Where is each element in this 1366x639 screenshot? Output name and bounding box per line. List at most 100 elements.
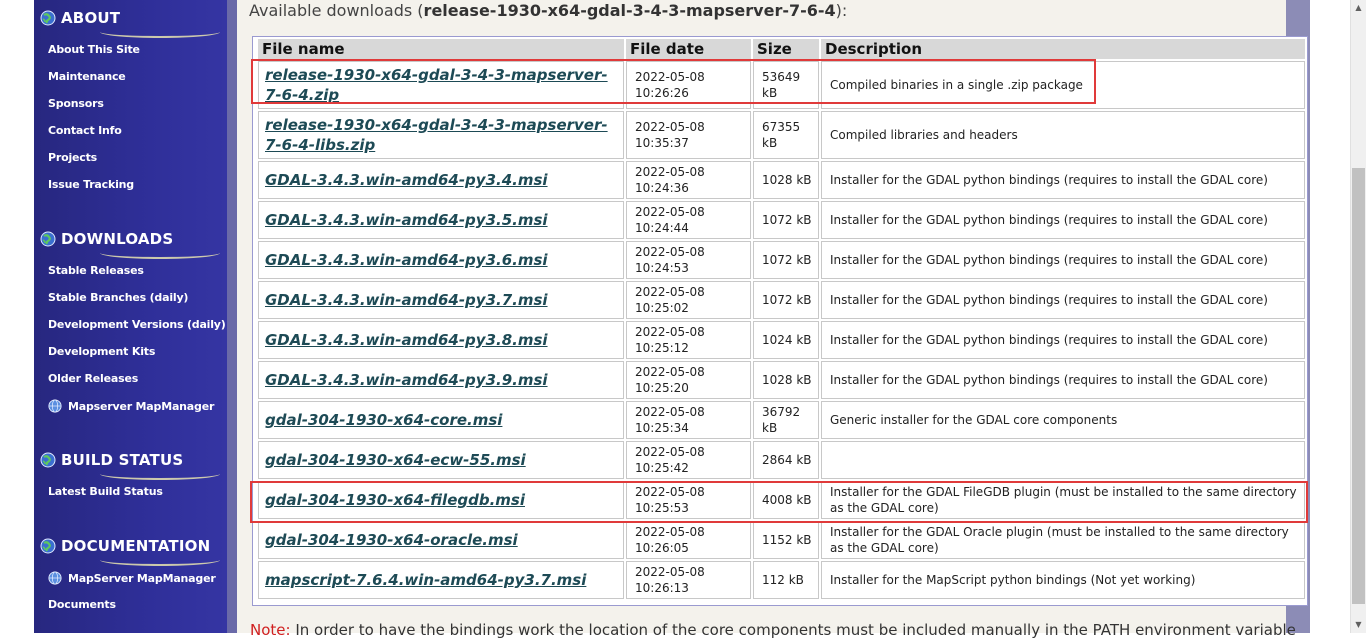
file-date: 2022-05-08 — [635, 485, 705, 499]
table-row: GDAL-3.4.3.win-amd64-py3.7.msi 2022-05-08… — [258, 281, 1305, 319]
file-date-cell: 2022-05-08 10:24:53 — [626, 241, 751, 279]
description-cell: Installer for the GDAL python bindings (… — [821, 201, 1305, 239]
sidebar-item[interactable]: Development Kits — [48, 345, 155, 358]
file-name-cell: GDAL-3.4.3.win-amd64-py3.8.msi — [258, 321, 624, 359]
sidebar-item-label: About This Site — [48, 43, 140, 56]
file-description: Installer for the GDAL python bindings (… — [830, 333, 1268, 347]
scroll-up-icon[interactable]: ▲ — [1351, 0, 1366, 16]
sidebar-item[interactable]: About This Site — [48, 43, 140, 56]
file-name-cell: GDAL-3.4.3.win-amd64-py3.4.msi — [258, 161, 624, 199]
col-description: Description — [821, 39, 1305, 59]
sidebar-item-label: Older Releases — [48, 372, 139, 385]
file-download-link[interactable]: GDAL-3.4.3.win-amd64-py3.9.msi — [265, 371, 548, 389]
description-cell: Installer for the GDAL python bindings (… — [821, 241, 1305, 279]
file-date-cell: 2022-05-08 10:25:34 — [626, 401, 751, 439]
file-size-cell: 53649 kB — [753, 61, 819, 109]
file-size-cell: 1024 kB — [753, 321, 819, 359]
table-row: GDAL-3.4.3.win-amd64-py3.5.msi 2022-05-08… — [258, 201, 1305, 239]
file-description: Compiled libraries and headers — [830, 128, 1018, 142]
sidebar-section-title: BUILD STATUS — [61, 451, 184, 469]
sidebar-edge — [227, 0, 237, 633]
scroll-thumb[interactable] — [1352, 168, 1365, 604]
scroll-down-icon[interactable]: ▼ — [1351, 617, 1366, 633]
description-cell: Installer for the GDAL FileGDB plugin (m… — [821, 481, 1305, 519]
globe-icon — [40, 538, 56, 554]
file-description: Installer for the GDAL python bindings (… — [830, 213, 1268, 227]
sidebar-item[interactable]: MapServer MapManager — [48, 571, 216, 585]
table-row: gdal-304-1930-x64-oracle.msi 2022-05-08 10… — [258, 521, 1305, 559]
sidebar-item[interactable]: Stable Branches (daily) — [48, 291, 188, 304]
description-cell: Installer for the GDAL python bindings (… — [821, 281, 1305, 319]
file-size-cell: 1028 kB — [753, 161, 819, 199]
file-size-cell: 4008 kB — [753, 481, 819, 519]
table-row: gdal-304-1930-x64-ecw-55.msi 2022-05-08 10… — [258, 441, 1305, 479]
file-size: 1152 kB — [762, 533, 812, 547]
left-gutter — [0, 0, 34, 633]
file-size-cell: 1072 kB — [753, 201, 819, 239]
sidebar-item[interactable]: Sponsors — [48, 97, 104, 110]
file-description: Installer for the GDAL python bindings (… — [830, 253, 1268, 267]
file-description: Installer for the GDAL python bindings (… — [830, 373, 1268, 387]
file-size: 112 kB — [762, 573, 804, 587]
sidebar-item[interactable]: Contact Info — [48, 124, 122, 137]
sidebar-item[interactable]: Older Releases — [48, 372, 138, 385]
file-download-link[interactable]: gdal-304-1930-x64-filegdb.msi — [265, 491, 525, 509]
note-label: Note: — [250, 621, 291, 639]
sidebar-section-3: DOCUMENTATION — [40, 534, 210, 558]
description-cell — [821, 441, 1305, 479]
table-row: GDAL-3.4.3.win-amd64-py3.8.msi 2022-05-08… — [258, 321, 1305, 359]
release-name: release-1930-x64-gdal-3-4-3-mapserver-7-… — [423, 1, 836, 20]
sidebar-section-title: DOWNLOADS — [61, 230, 174, 248]
file-download-link[interactable]: release-1930-x64-gdal-3-4-3-mapserver-7-… — [265, 66, 608, 104]
sidebar-item[interactable]: Projects — [48, 151, 97, 164]
file-download-link[interactable]: mapscript-7.6.4.win-amd64-py3.7.msi — [265, 571, 586, 589]
file-size-cell: 67355 kB — [753, 111, 819, 159]
description-cell: Compiled libraries and headers — [821, 111, 1305, 159]
col-size: Size — [753, 39, 819, 59]
file-download-link[interactable]: GDAL-3.4.3.win-amd64-py3.5.msi — [265, 211, 548, 229]
globe-icon — [40, 10, 56, 26]
globe-icon — [48, 571, 62, 585]
downloads-table: File name File date Size Description rel… — [256, 37, 1307, 601]
file-date: 2022-05-08 — [635, 165, 705, 179]
description-cell: Installer for the GDAL Oracle plugin (mu… — [821, 521, 1305, 559]
sidebar-item[interactable]: Mapserver MapManager — [48, 399, 214, 413]
file-time: 10:25:53 — [635, 501, 689, 515]
sidebar-item-label: Stable Branches (daily) — [48, 291, 189, 304]
file-date-cell: 2022-05-08 10:24:36 — [626, 161, 751, 199]
sidebar-item[interactable]: Latest Build Status — [48, 485, 163, 498]
file-time: 10:26:05 — [635, 541, 689, 555]
sidebar-item[interactable]: Stable Releases — [48, 264, 144, 277]
file-date: 2022-05-08 — [635, 325, 705, 339]
title-prefix: Available downloads ( — [249, 1, 424, 20]
sidebar-item[interactable]: Issue Tracking — [48, 178, 134, 191]
file-download-link[interactable]: GDAL-3.4.3.win-amd64-py3.4.msi — [265, 171, 548, 189]
file-description: Installer for the GDAL FileGDB plugin (m… — [830, 485, 1297, 515]
file-time: 10:25:34 — [635, 421, 689, 435]
file-name-cell: gdal-304-1930-x64-ecw-55.msi — [258, 441, 624, 479]
file-download-link[interactable]: gdal-304-1930-x64-ecw-55.msi — [265, 451, 526, 469]
file-date-cell: 2022-05-08 10:24:44 — [626, 201, 751, 239]
table-row: gdal-304-1930-x64-filegdb.msi 2022-05-08 1… — [258, 481, 1305, 519]
file-download-link[interactable]: GDAL-3.4.3.win-amd64-py3.6.msi — [265, 251, 548, 269]
file-download-link[interactable]: GDAL-3.4.3.win-amd64-py3.7.msi — [265, 291, 548, 309]
file-date-cell: 2022-05-08 10:35:37 — [626, 111, 751, 159]
vertical-scrollbar[interactable]: ▲ ▼ — [1350, 0, 1366, 633]
file-time: 10:25:20 — [635, 381, 689, 395]
file-time: 10:26:13 — [635, 581, 689, 595]
file-download-link[interactable]: gdal-304-1930-x64-oracle.msi — [265, 531, 518, 549]
file-time: 10:24:53 — [635, 261, 689, 275]
sidebar-item[interactable]: Documents — [48, 598, 116, 611]
file-name-cell: gdal-304-1930-x64-oracle.msi — [258, 521, 624, 559]
globe-icon — [40, 452, 56, 468]
file-size: 1072 kB — [762, 293, 812, 307]
file-time: 10:24:44 — [635, 221, 689, 235]
file-download-link[interactable]: GDAL-3.4.3.win-amd64-py3.8.msi — [265, 331, 548, 349]
sidebar-item[interactable]: Maintenance — [48, 70, 126, 83]
file-date: 2022-05-08 — [635, 365, 705, 379]
file-download-link[interactable]: gdal-304-1930-x64-core.msi — [265, 411, 502, 429]
file-time: 10:26:26 — [635, 86, 689, 100]
sidebar-item[interactable]: Development Versions (daily) — [48, 318, 226, 331]
file-date-cell: 2022-05-08 10:26:26 — [626, 61, 751, 109]
file-download-link[interactable]: release-1930-x64-gdal-3-4-3-mapserver-7-… — [265, 116, 608, 154]
